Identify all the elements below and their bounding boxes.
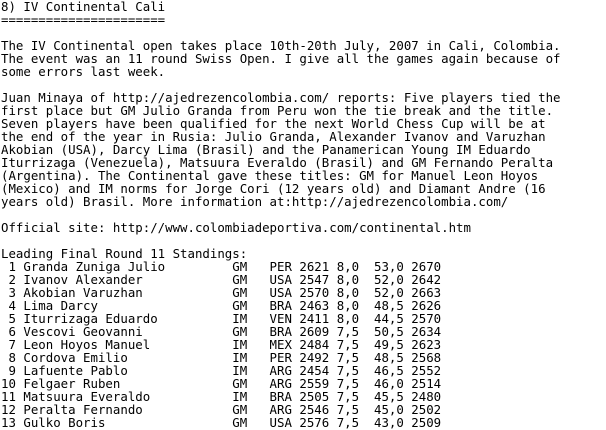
intro-paragraph: The IV Continental open takes place 10th…	[1, 39, 605, 78]
standings-table: 1 Granda Zuniga Julio GM PER 2621 8,0 53…	[1, 260, 605, 429]
report-line: years old) Brasil. More information at:h…	[1, 194, 509, 209]
official-site-line: Official site: http://www.colombiadeport…	[1, 220, 471, 235]
heading-underline: ======================	[1, 12, 166, 27]
intro-line: some errors last week.	[1, 64, 166, 79]
document-page: 8) IV Continental Cali =================…	[1, 0, 605, 429]
standings-row: 13 Gulko Boris GM USA 2576 7,5 43,0 2509	[1, 415, 442, 430]
report-paragraph: Juan Minaya of http://ajedrezencolombia.…	[1, 91, 605, 208]
